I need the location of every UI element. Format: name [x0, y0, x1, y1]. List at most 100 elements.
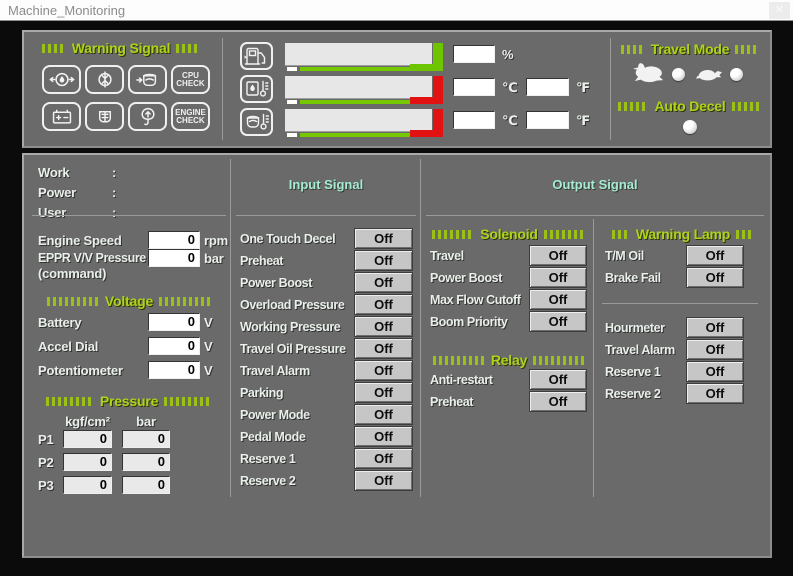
close-icon[interactable]: ✕: [769, 2, 790, 19]
pedal-mode-button[interactable]: Off: [355, 427, 412, 446]
p3-label: P3: [38, 478, 54, 493]
max-flow-cutoff-button[interactable]: Off: [530, 290, 586, 309]
input-item-label: Overload Pressure: [240, 298, 344, 312]
potentiometer-unit: V: [204, 363, 212, 378]
p2-label: P2: [38, 455, 54, 470]
input-item-label: Preheat: [240, 254, 283, 268]
output-signal-title: Output Signal: [426, 177, 764, 192]
power-label: Power: [38, 185, 76, 200]
voltage-header: Voltage: [32, 293, 226, 309]
gauge-end-cap: [433, 76, 443, 104]
tm-oil-button[interactable]: Off: [687, 246, 743, 265]
coolant-temp-c-field[interactable]: [453, 111, 495, 129]
anti-restart-button[interactable]: Off: [530, 370, 586, 389]
engine-speed-field[interactable]: 0: [148, 231, 200, 249]
eppr-pressure-field[interactable]: 0: [148, 249, 200, 267]
travel-oil-pressure-button[interactable]: Off: [355, 339, 412, 358]
accel-dial-field[interactable]: 0: [148, 337, 200, 355]
p3-kgf-field[interactable]: 0: [63, 476, 112, 494]
work-colon: :: [112, 165, 116, 180]
p1-kgf-field[interactable]: 0: [63, 430, 112, 448]
power-boost-input-button[interactable]: Off: [355, 273, 412, 292]
preheat-relay-button[interactable]: Off: [530, 392, 586, 411]
travel-solenoid-button[interactable]: Off: [530, 246, 586, 265]
input-item-label: One Touch Decel: [240, 232, 335, 246]
p1-bar-field[interactable]: 0: [122, 430, 170, 448]
divider: [593, 219, 594, 497]
travel-mode-section: Travel Mode Auto Decel: [614, 32, 766, 142]
relay-item-label: Preheat: [430, 395, 473, 409]
relay-header: Relay: [426, 352, 592, 368]
preheat-input-button[interactable]: Off: [355, 251, 412, 270]
warning-lamp-item-label: Travel Alarm: [605, 343, 675, 357]
reserve1-input-button[interactable]: Off: [355, 449, 412, 468]
power-mode-button[interactable]: Off: [355, 405, 412, 424]
power-colon: :: [112, 185, 116, 200]
engine-check-icon: ENGINE CHECK: [171, 102, 210, 131]
boom-priority-button[interactable]: Off: [530, 312, 586, 331]
warning-lamp-header: Warning Lamp: [600, 226, 766, 242]
input-signal-title: Input Signal: [236, 177, 416, 192]
reserve2-lamp-button[interactable]: Off: [687, 384, 743, 403]
accel-dial-unit: V: [204, 339, 212, 354]
unit-label: ℃: [502, 113, 518, 129]
window-title: Machine_Monitoring: [8, 3, 125, 18]
status-panel: Warning Signal CPU CH: [22, 30, 772, 148]
fuel-pump-icon: [240, 42, 273, 70]
coolant-temp-icon: [240, 108, 273, 136]
battery-unit: V: [204, 315, 212, 330]
battery-field[interactable]: 0: [148, 313, 200, 331]
solenoid-item-label: Max Flow Cutoff: [430, 293, 521, 307]
p2-kgf-field[interactable]: 0: [63, 453, 112, 471]
coolant-temp-f-field[interactable]: [526, 111, 569, 129]
potentiometer-field[interactable]: 0: [148, 361, 200, 379]
divider: [426, 215, 764, 216]
overload-pressure-button[interactable]: Off: [355, 295, 412, 314]
rabbit-icon: [632, 62, 666, 90]
tick-marks: [533, 356, 585, 365]
coolant-temperature-warning-icon: [85, 65, 124, 94]
turtle-icon: [692, 66, 725, 89]
tick-marks: [732, 102, 762, 111]
tick-marks: [164, 397, 212, 406]
gauge-scale-green: [300, 133, 410, 137]
fuel-percent-field[interactable]: [453, 45, 495, 63]
input-item-label: Reserve 1: [240, 452, 295, 466]
power-boost-solenoid-button[interactable]: Off: [530, 268, 586, 287]
reserve2-input-button[interactable]: Off: [355, 471, 412, 490]
brake-fail-button[interactable]: Off: [687, 268, 743, 287]
warning-signal-header: Warning Signal: [30, 40, 212, 56]
air-cleaner-icon: [85, 102, 124, 131]
coolant-temp-gauge-bar: [285, 109, 432, 131]
travel-alarm-input-button[interactable]: Off: [355, 361, 412, 380]
tick-marks: [735, 45, 759, 54]
unit-label: ℉: [576, 113, 590, 129]
gauge-zone-segment: [410, 64, 433, 71]
gauge-tick-white: [287, 100, 297, 104]
working-pressure-button[interactable]: Off: [355, 317, 412, 336]
oil-temp-c-field[interactable]: [453, 78, 495, 96]
reserve1-lamp-button[interactable]: Off: [687, 362, 743, 381]
travel-alarm-lamp-button[interactable]: Off: [687, 340, 743, 359]
warning-lamp-item-label: Brake Fail: [605, 271, 661, 285]
pressure-col-kgf: kgf/cm²: [63, 414, 112, 429]
parking-button[interactable]: Off: [355, 383, 412, 402]
unit-label: %: [502, 47, 514, 62]
hydraulic-oil-level-icon: [128, 65, 167, 94]
tick-marks: [432, 230, 474, 239]
input-item-label: Reserve 2: [240, 474, 295, 488]
battery-charge-icon: [42, 102, 81, 131]
travel-speed-fast-lamp: [672, 68, 685, 81]
tick-marks: [621, 45, 645, 54]
engine-oil-pressure-icon: [42, 65, 81, 94]
one-touch-decel-button[interactable]: Off: [355, 229, 412, 248]
divider: [230, 159, 231, 497]
unit-label: ℃: [502, 80, 518, 96]
hourmeter-button[interactable]: Off: [687, 318, 743, 337]
gauge-tick-white: [287, 133, 297, 137]
p2-bar-field[interactable]: 0: [122, 453, 170, 471]
p3-bar-field[interactable]: 0: [122, 476, 170, 494]
oil-temp-f-field[interactable]: [526, 78, 569, 96]
oil-temp-gauge-bar: [285, 76, 432, 98]
warning-lamp-item-label: Reserve 1: [605, 365, 660, 379]
